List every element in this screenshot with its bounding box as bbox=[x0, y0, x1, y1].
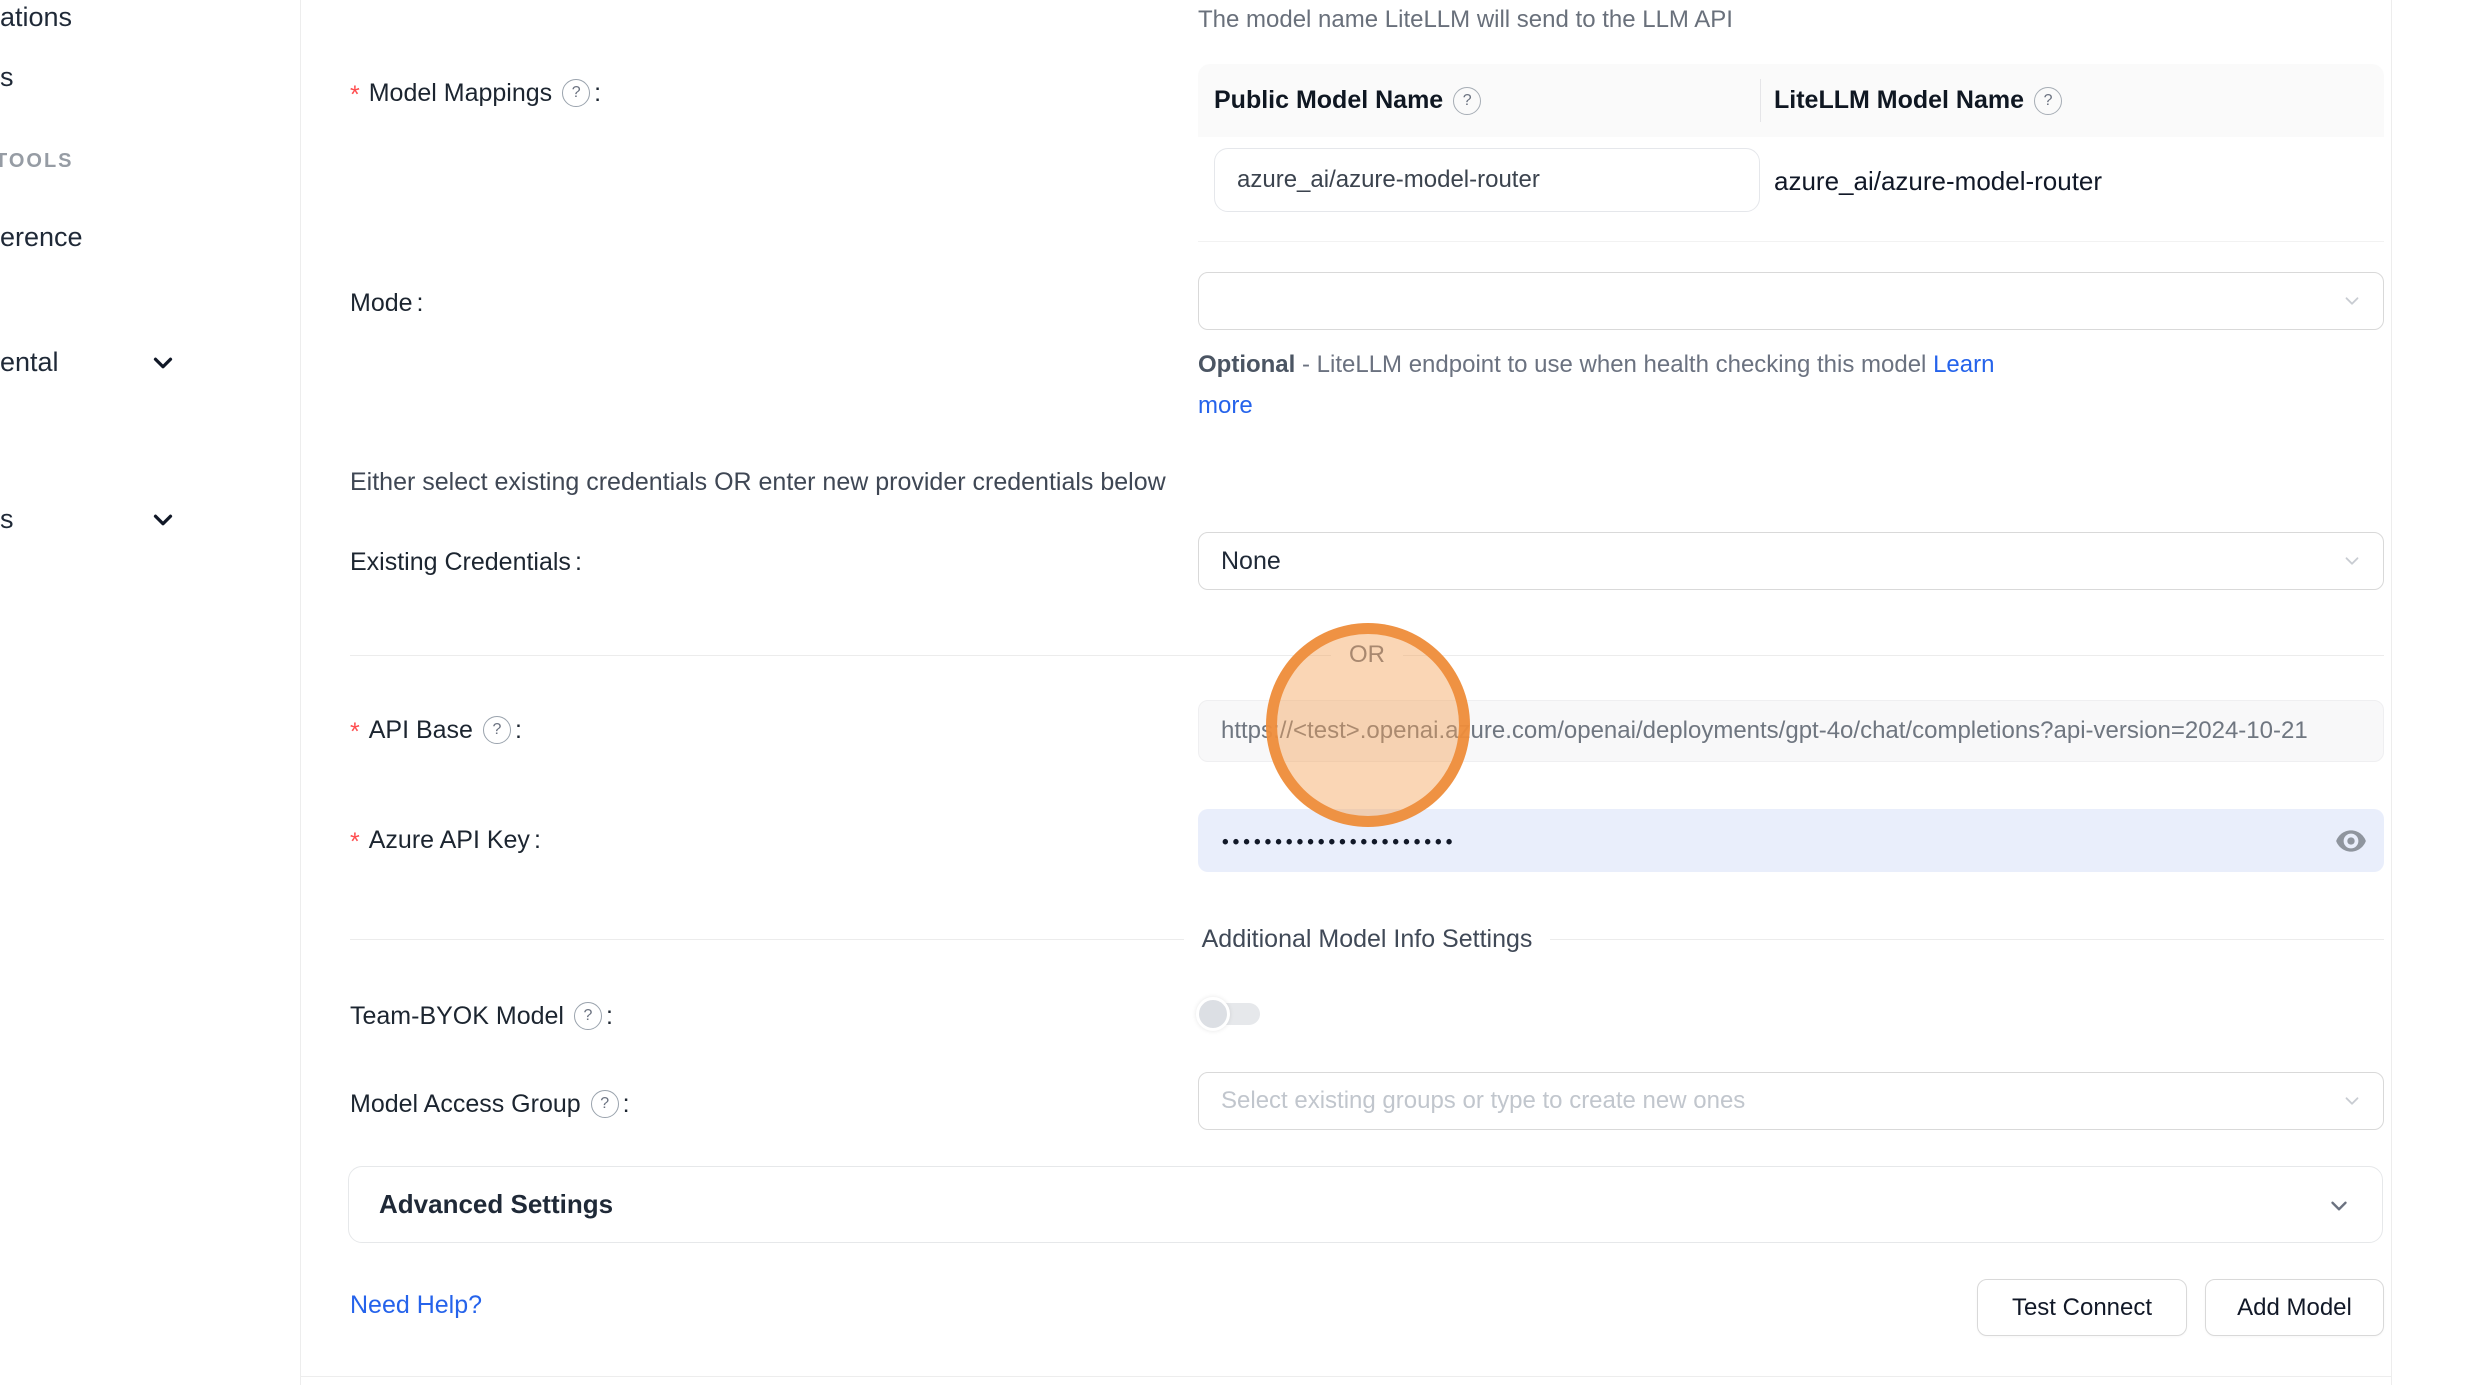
chevron-down-icon bbox=[148, 505, 178, 535]
model-mappings-label: * Model Mappings ? : bbox=[350, 76, 601, 110]
learn-more-link[interactable]: more bbox=[1198, 392, 1253, 419]
model-access-group-label: Model Access Group ? : bbox=[350, 1087, 630, 1121]
mode-help-line2: more bbox=[1198, 392, 1253, 420]
litellm-model-name-header: LiteLLM Model Name ? bbox=[1774, 64, 2062, 137]
add-model-page: ations s TOOLS erence ental s The model … bbox=[0, 0, 2477, 1385]
public-model-name-header-text: Public Model Name bbox=[1214, 86, 1443, 115]
existing-credentials-select[interactable]: None bbox=[1198, 532, 2384, 590]
sidebar-item-guardrails[interactable]: s bbox=[0, 62, 14, 93]
team-byok-label: Team-BYOK Model ? : bbox=[350, 999, 613, 1033]
colon: : bbox=[515, 716, 522, 745]
chevron-down-icon bbox=[2341, 1090, 2363, 1112]
chevron-down-icon bbox=[2341, 290, 2363, 312]
advanced-settings-panel[interactable]: Advanced Settings bbox=[348, 1166, 2383, 1243]
litellm-model-name-header-text: LiteLLM Model Name bbox=[1774, 86, 2024, 115]
public-model-name-header: Public Model Name ? bbox=[1214, 64, 1481, 137]
additional-info-divider-text: Additional Model Info Settings bbox=[1184, 925, 1551, 954]
mode-label: Mode : bbox=[350, 286, 424, 320]
sidebar-section-tools: TOOLS bbox=[0, 150, 74, 173]
team-byok-toggle[interactable] bbox=[1198, 997, 1264, 1031]
public-model-name-input[interactable] bbox=[1214, 148, 1760, 212]
header-divider bbox=[1760, 79, 1761, 122]
learn-more-link[interactable]: Learn bbox=[1933, 351, 1994, 378]
model-mappings-table-header: Public Model Name ? LiteLLM Model Name ? bbox=[1198, 64, 2384, 137]
click-highlight-overlay bbox=[1266, 623, 1470, 827]
model-access-group-select[interactable]: Select existing groups or type to create… bbox=[1198, 1072, 2384, 1130]
azure-api-key-label-text: Azure API Key bbox=[369, 826, 530, 855]
azure-api-key-label: * Azure API Key : bbox=[350, 823, 541, 857]
model-mappings-label-text: Model Mappings bbox=[369, 79, 552, 108]
need-help-link[interactable]: Need Help? bbox=[350, 1291, 482, 1320]
colon: : bbox=[623, 1090, 630, 1119]
eye-icon[interactable] bbox=[2334, 824, 2368, 858]
help-icon[interactable]: ? bbox=[483, 716, 511, 744]
colon: : bbox=[575, 548, 582, 577]
colon: : bbox=[534, 826, 541, 855]
chevron-down-icon bbox=[2341, 550, 2363, 572]
content-right-border bbox=[2391, 0, 2392, 1385]
sidebar-item-settings[interactable]: s bbox=[0, 504, 14, 535]
sidebar: ations s TOOLS erence ental s bbox=[0, 0, 301, 1385]
team-byok-label-text: Team-BYOK Model bbox=[350, 1002, 564, 1031]
existing-credentials-label: Existing Credentials : bbox=[350, 545, 582, 579]
mode-help-line1: Optional - LiteLLM endpoint to use when … bbox=[1198, 351, 1994, 379]
credentials-note: Either select existing credentials OR en… bbox=[350, 468, 1166, 497]
chevron-down-icon bbox=[148, 348, 178, 378]
help-icon[interactable]: ? bbox=[2034, 87, 2062, 115]
api-base-label: * API Base ? : bbox=[350, 713, 522, 747]
help-icon[interactable]: ? bbox=[562, 79, 590, 107]
required-marker: * bbox=[350, 81, 360, 110]
content-bottom-border bbox=[300, 1376, 2391, 1377]
sidebar-item-experimental[interactable]: ental bbox=[0, 347, 59, 378]
required-marker: * bbox=[350, 718, 360, 747]
toggle-knob bbox=[1196, 997, 1230, 1031]
litellm-model-name-hint: The model name LiteLLM will send to the … bbox=[1198, 6, 1733, 34]
api-base-label-text: API Base bbox=[369, 716, 473, 745]
mode-help-text: - LiteLLM endpoint to use when health ch… bbox=[1302, 351, 1926, 378]
sidebar-item-organizations[interactable]: ations bbox=[0, 2, 72, 33]
litellm-model-name-value: azure_ai/azure-model-router bbox=[1774, 148, 2102, 214]
add-model-button[interactable]: Add Model bbox=[2205, 1279, 2384, 1336]
model-mappings-table: Public Model Name ? LiteLLM Model Name ?… bbox=[1198, 64, 2384, 242]
mode-select[interactable] bbox=[1198, 272, 2384, 330]
test-connect-button[interactable]: Test Connect bbox=[1977, 1279, 2187, 1336]
advanced-settings-label: Advanced Settings bbox=[379, 1189, 613, 1220]
mode-label-text: Mode bbox=[350, 289, 413, 318]
masked-api-key: •••••••••••••••••••••• bbox=[1222, 832, 1456, 854]
help-icon[interactable]: ? bbox=[1453, 87, 1481, 115]
mode-help-bold: Optional bbox=[1198, 351, 1295, 378]
colon: : bbox=[417, 289, 424, 318]
existing-credentials-label-text: Existing Credentials bbox=[350, 548, 571, 577]
help-icon[interactable]: ? bbox=[574, 1002, 602, 1030]
additional-info-divider: Additional Model Info Settings bbox=[350, 925, 2384, 954]
colon: : bbox=[594, 79, 601, 108]
model-access-group-placeholder: Select existing groups or type to create… bbox=[1221, 1087, 1745, 1115]
required-marker: * bbox=[350, 828, 360, 857]
help-icon[interactable]: ? bbox=[591, 1090, 619, 1118]
sidebar-item-api-reference[interactable]: erence bbox=[0, 222, 83, 253]
chevron-down-icon bbox=[2326, 1193, 2352, 1219]
model-access-group-label-text: Model Access Group bbox=[350, 1090, 581, 1119]
colon: : bbox=[606, 1002, 613, 1031]
existing-credentials-value: None bbox=[1221, 547, 1281, 576]
